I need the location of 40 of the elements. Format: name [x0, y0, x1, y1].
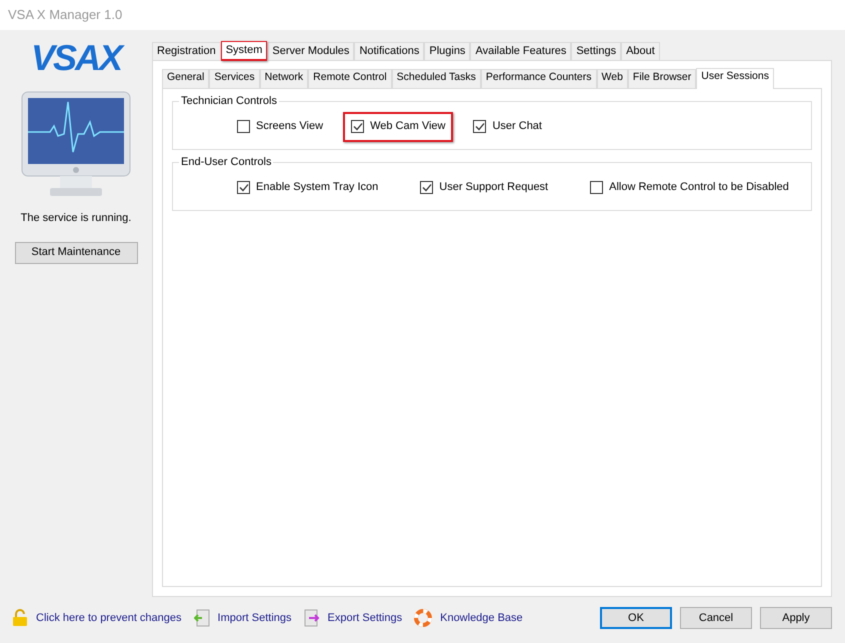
checkmark-icon — [238, 183, 248, 192]
checkmark-icon — [352, 122, 363, 131]
tab[interactable]: User Sessions — [696, 68, 774, 89]
dialog-button[interactable]: OK — [600, 607, 672, 629]
checkmark-icon — [422, 183, 432, 192]
tab[interactable]: Network — [260, 69, 308, 88]
checkmark-icon — [474, 122, 485, 131]
tab[interactable]: Services — [209, 69, 260, 88]
tab[interactable]: Available Features — [470, 42, 572, 60]
checkbox[interactable]: Enable System Tray Icon — [229, 172, 386, 202]
checkbox[interactable]: User Support Request — [412, 172, 556, 202]
padlock-icon — [12, 609, 28, 627]
checkbox[interactable]: Web Cam View — [343, 112, 454, 142]
tab[interactable]: Settings — [571, 42, 622, 60]
checkbox[interactable]: Allow Remote Control to be Disabled — [582, 172, 797, 202]
footer-link[interactable]: Export Settings — [328, 610, 402, 626]
checkbox[interactable]: Screens View — [229, 112, 332, 142]
tab[interactable]: Notifications — [354, 42, 424, 60]
status-text: The service is running. — [20, 211, 132, 226]
checkbox[interactable]: User Chat — [465, 112, 550, 142]
dialog-button[interactable]: Apply — [760, 607, 832, 629]
tab[interactable]: File Browser — [628, 69, 696, 88]
start-maintenance-button[interactable]: Start Maintenance — [14, 242, 138, 264]
tab[interactable]: Plugins — [424, 42, 470, 60]
lifebuoy-icon — [414, 609, 432, 627]
footer-link[interactable]: Import Settings — [218, 610, 292, 626]
footer-link[interactable]: Knowledge Base — [440, 610, 523, 626]
dialog-button[interactable]: Cancel — [680, 607, 752, 629]
tab[interactable]: System — [220, 41, 268, 61]
tab[interactable]: Remote Control — [308, 69, 392, 88]
tab[interactable]: Web — [596, 69, 628, 88]
footer-link[interactable]: Click here to prevent changes — [36, 610, 182, 626]
window-title: VSA X Manager 1.0 — [8, 6, 122, 24]
tab[interactable]: About — [621, 42, 660, 60]
logo: VSAX — [30, 40, 122, 76]
tab[interactable]: Scheduled Tasks — [392, 69, 481, 88]
tab[interactable]: General — [162, 69, 210, 88]
tab[interactable]: Server Modules — [267, 42, 354, 60]
tab[interactable]: Performance Counters — [480, 69, 597, 88]
tab[interactable]: Registration — [152, 42, 221, 60]
